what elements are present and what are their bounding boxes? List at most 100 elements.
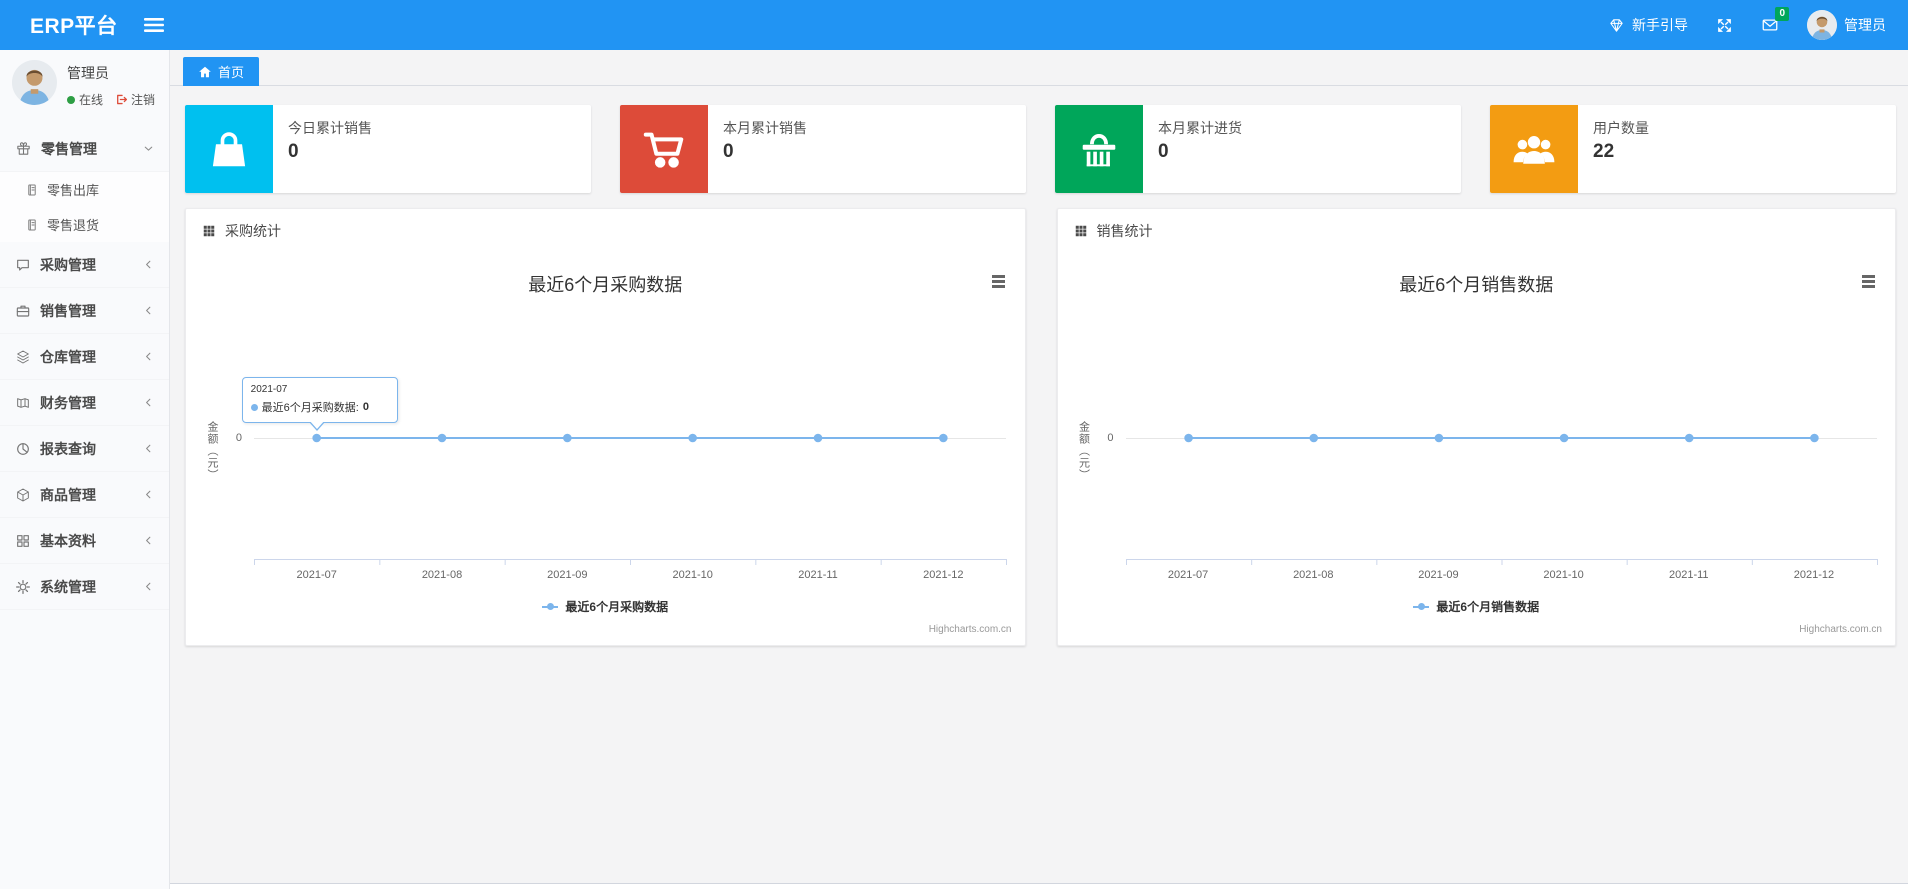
main-content: 首页 今日累计销售 0 本月累计销售 0 本月累计进货 0 用户数量 22 采购统计 最近6个… xyxy=(170,50,1908,889)
briefcase-icon xyxy=(15,303,31,319)
x-axis-tick-label: 2021-10 xyxy=(1543,569,1584,581)
chevron-left-icon xyxy=(142,350,155,363)
user-name: 管理员 xyxy=(1844,17,1886,33)
sidebar-group-basic-data: 基本资料 xyxy=(0,518,169,564)
stat-card-user-count: 用户数量 22 xyxy=(1490,105,1896,193)
chevron-left-icon xyxy=(142,580,155,593)
sidebar-item-retail-return[interactable]: 零售退货 xyxy=(0,207,169,242)
sign-out-icon xyxy=(115,93,128,106)
data-point[interactable] xyxy=(813,433,823,443)
sidebar-item-finance[interactable]: 财务管理 xyxy=(0,380,169,426)
tooltip-series-row: 最近6个月采购数据: 0 xyxy=(250,399,389,415)
panel-header: 采购统计 xyxy=(186,209,1025,253)
sidebar-item-label: 报表查询 xyxy=(40,440,96,457)
fullscreen-button[interactable] xyxy=(1716,17,1733,34)
guide-button[interactable]: 新手引导 xyxy=(1608,15,1688,35)
x-axis-tick-label: 2021-08 xyxy=(1293,569,1334,581)
y-axis-tick-label: 0 xyxy=(1107,432,1114,444)
purchase-chart: 最近6个月采购数据 金额（元） 0 2021-07 2021-08 2021-09 2021… xyxy=(186,253,1025,641)
x-axis-tick-label: 2021-11 xyxy=(1668,569,1709,581)
avatar xyxy=(12,60,57,105)
stat-card-month-sales: 本月累计销售 0 xyxy=(620,105,1026,193)
y-axis-tick-label: 0 xyxy=(235,432,242,444)
sales-chart: 最近6个月销售数据 金额（元） 0 2021-07 2021-08 2021-09 2021… xyxy=(1058,253,1896,641)
data-point[interactable] xyxy=(1434,433,1443,443)
data-point[interactable] xyxy=(688,433,697,443)
stat-card-value: 0 xyxy=(723,141,734,162)
sidebar-item-retail-outbound[interactable]: 零售出库 xyxy=(0,172,169,207)
sidebar-item-reports[interactable]: 报表查询 xyxy=(0,426,169,472)
sidebar-item-label: 采购管理 xyxy=(40,256,96,273)
guide-label: 新手引导 xyxy=(1632,17,1688,33)
sidebar-item-sales[interactable]: 销售管理 xyxy=(0,288,169,334)
data-point[interactable] xyxy=(563,433,572,443)
stat-card-label: 本月累计进货 xyxy=(1158,120,1242,136)
data-point[interactable] xyxy=(939,433,948,443)
chart-credits[interactable]: Highcharts.com.cn xyxy=(1799,624,1882,635)
chart-credits[interactable]: Highcharts.com.cn xyxy=(929,624,1012,635)
purchase-plot-area xyxy=(254,433,1007,565)
navbar-right: 新手引导 0 管理员 xyxy=(1580,7,1886,40)
data-point[interactable] xyxy=(1809,433,1819,443)
chevron-left-icon xyxy=(142,304,155,317)
data-point[interactable] xyxy=(1684,433,1694,443)
stat-card-body: 本月累计销售 0 xyxy=(708,105,807,193)
sidebar-user-status: 在线 注销 xyxy=(67,91,155,108)
user-menu[interactable]: 管理员 xyxy=(1807,10,1886,40)
data-point[interactable] xyxy=(437,433,447,443)
messages-button[interactable]: 0 xyxy=(1761,7,1789,34)
stat-card-body: 本月累计进货 0 xyxy=(1143,105,1242,193)
gear-icon xyxy=(15,579,31,595)
sidebar-item-basic-data[interactable]: 基本资料 xyxy=(0,518,169,564)
sidebar-item-retail[interactable]: 零售管理 xyxy=(0,126,169,172)
chart-context-menu-button[interactable] xyxy=(1860,273,1877,292)
x-axis-tick-label: 2021-09 xyxy=(547,569,588,581)
sidebar-group-warehouse: 仓库管理 xyxy=(0,334,169,380)
panel-header: 销售统计 xyxy=(1058,209,1896,253)
online-status-label: 在线 xyxy=(79,93,104,107)
tooltip-series-name: 最近6个月采购数据: xyxy=(261,402,359,414)
data-point[interactable] xyxy=(1308,433,1318,443)
sidebar-group-retail: 零售管理零售出库零售退货 xyxy=(0,126,169,242)
sidebar-item-goods[interactable]: 商品管理 xyxy=(0,472,169,518)
x-axis-tick-label: 2021-11 xyxy=(798,569,838,581)
stat-card-body: 用户数量 22 xyxy=(1578,105,1649,193)
y-axis-title: 金额（元） xyxy=(1077,421,1090,481)
sidebar-user-name: 管理员 xyxy=(67,65,109,81)
sidebar-item-purchase[interactable]: 采购管理 xyxy=(0,242,169,288)
app-brand: ERP平台 xyxy=(30,15,118,38)
grid-icon xyxy=(15,533,31,549)
stat-card-value: 0 xyxy=(288,141,299,162)
data-point[interactable] xyxy=(1559,433,1568,443)
sidebar-item-label: 零售出库 xyxy=(47,183,100,198)
tab-home-label: 首页 xyxy=(218,65,245,80)
legend-item[interactable]: 最近6个月销售数据 xyxy=(1058,598,1896,615)
tooltip-value: 0 xyxy=(362,401,369,413)
data-point[interactable] xyxy=(312,433,321,443)
chevron-left-icon xyxy=(142,258,155,271)
th-icon xyxy=(1074,224,1088,238)
home-icon xyxy=(198,65,212,79)
x-axis-tick-label: 2021-12 xyxy=(923,569,964,581)
data-point[interactable] xyxy=(1183,433,1193,443)
x-axis-tick-label: 2021-07 xyxy=(1167,569,1209,581)
sidebar-item-system[interactable]: 系统管理 xyxy=(0,564,169,610)
charts-row: 采购统计 最近6个月采购数据 金额（元） 0 2021-07 2021-08 2021-0… xyxy=(185,208,1896,646)
sidebar-group-finance: 财务管理 xyxy=(0,380,169,426)
chart-title: 最近6个月采购数据 xyxy=(528,275,683,295)
tab-home[interactable]: 首页 xyxy=(183,57,260,86)
logout-link[interactable]: 注销 xyxy=(115,91,155,108)
legend-item[interactable]: 最近6个月采购数据 xyxy=(186,598,1025,615)
sidebar-item-warehouse[interactable]: 仓库管理 xyxy=(0,334,169,380)
sidebar-item-label: 零售管理 xyxy=(41,140,97,157)
messages-badge: 0 xyxy=(1775,7,1789,21)
stat-card-value: 0 xyxy=(1158,141,1169,162)
chart-context-menu-button[interactable] xyxy=(990,273,1007,292)
chevron-left-icon xyxy=(142,488,155,501)
x-axis-tick-label: 2021-08 xyxy=(421,569,463,581)
sidebar-toggle-button[interactable] xyxy=(138,11,170,39)
chart-tooltip: 2021-07 最近6个月采购数据: 0 xyxy=(241,377,398,431)
sidebar-item-label: 仓库管理 xyxy=(40,348,96,365)
pie-chart-icon xyxy=(15,441,31,457)
legend-label: 最近6个月销售数据 xyxy=(1436,600,1540,614)
